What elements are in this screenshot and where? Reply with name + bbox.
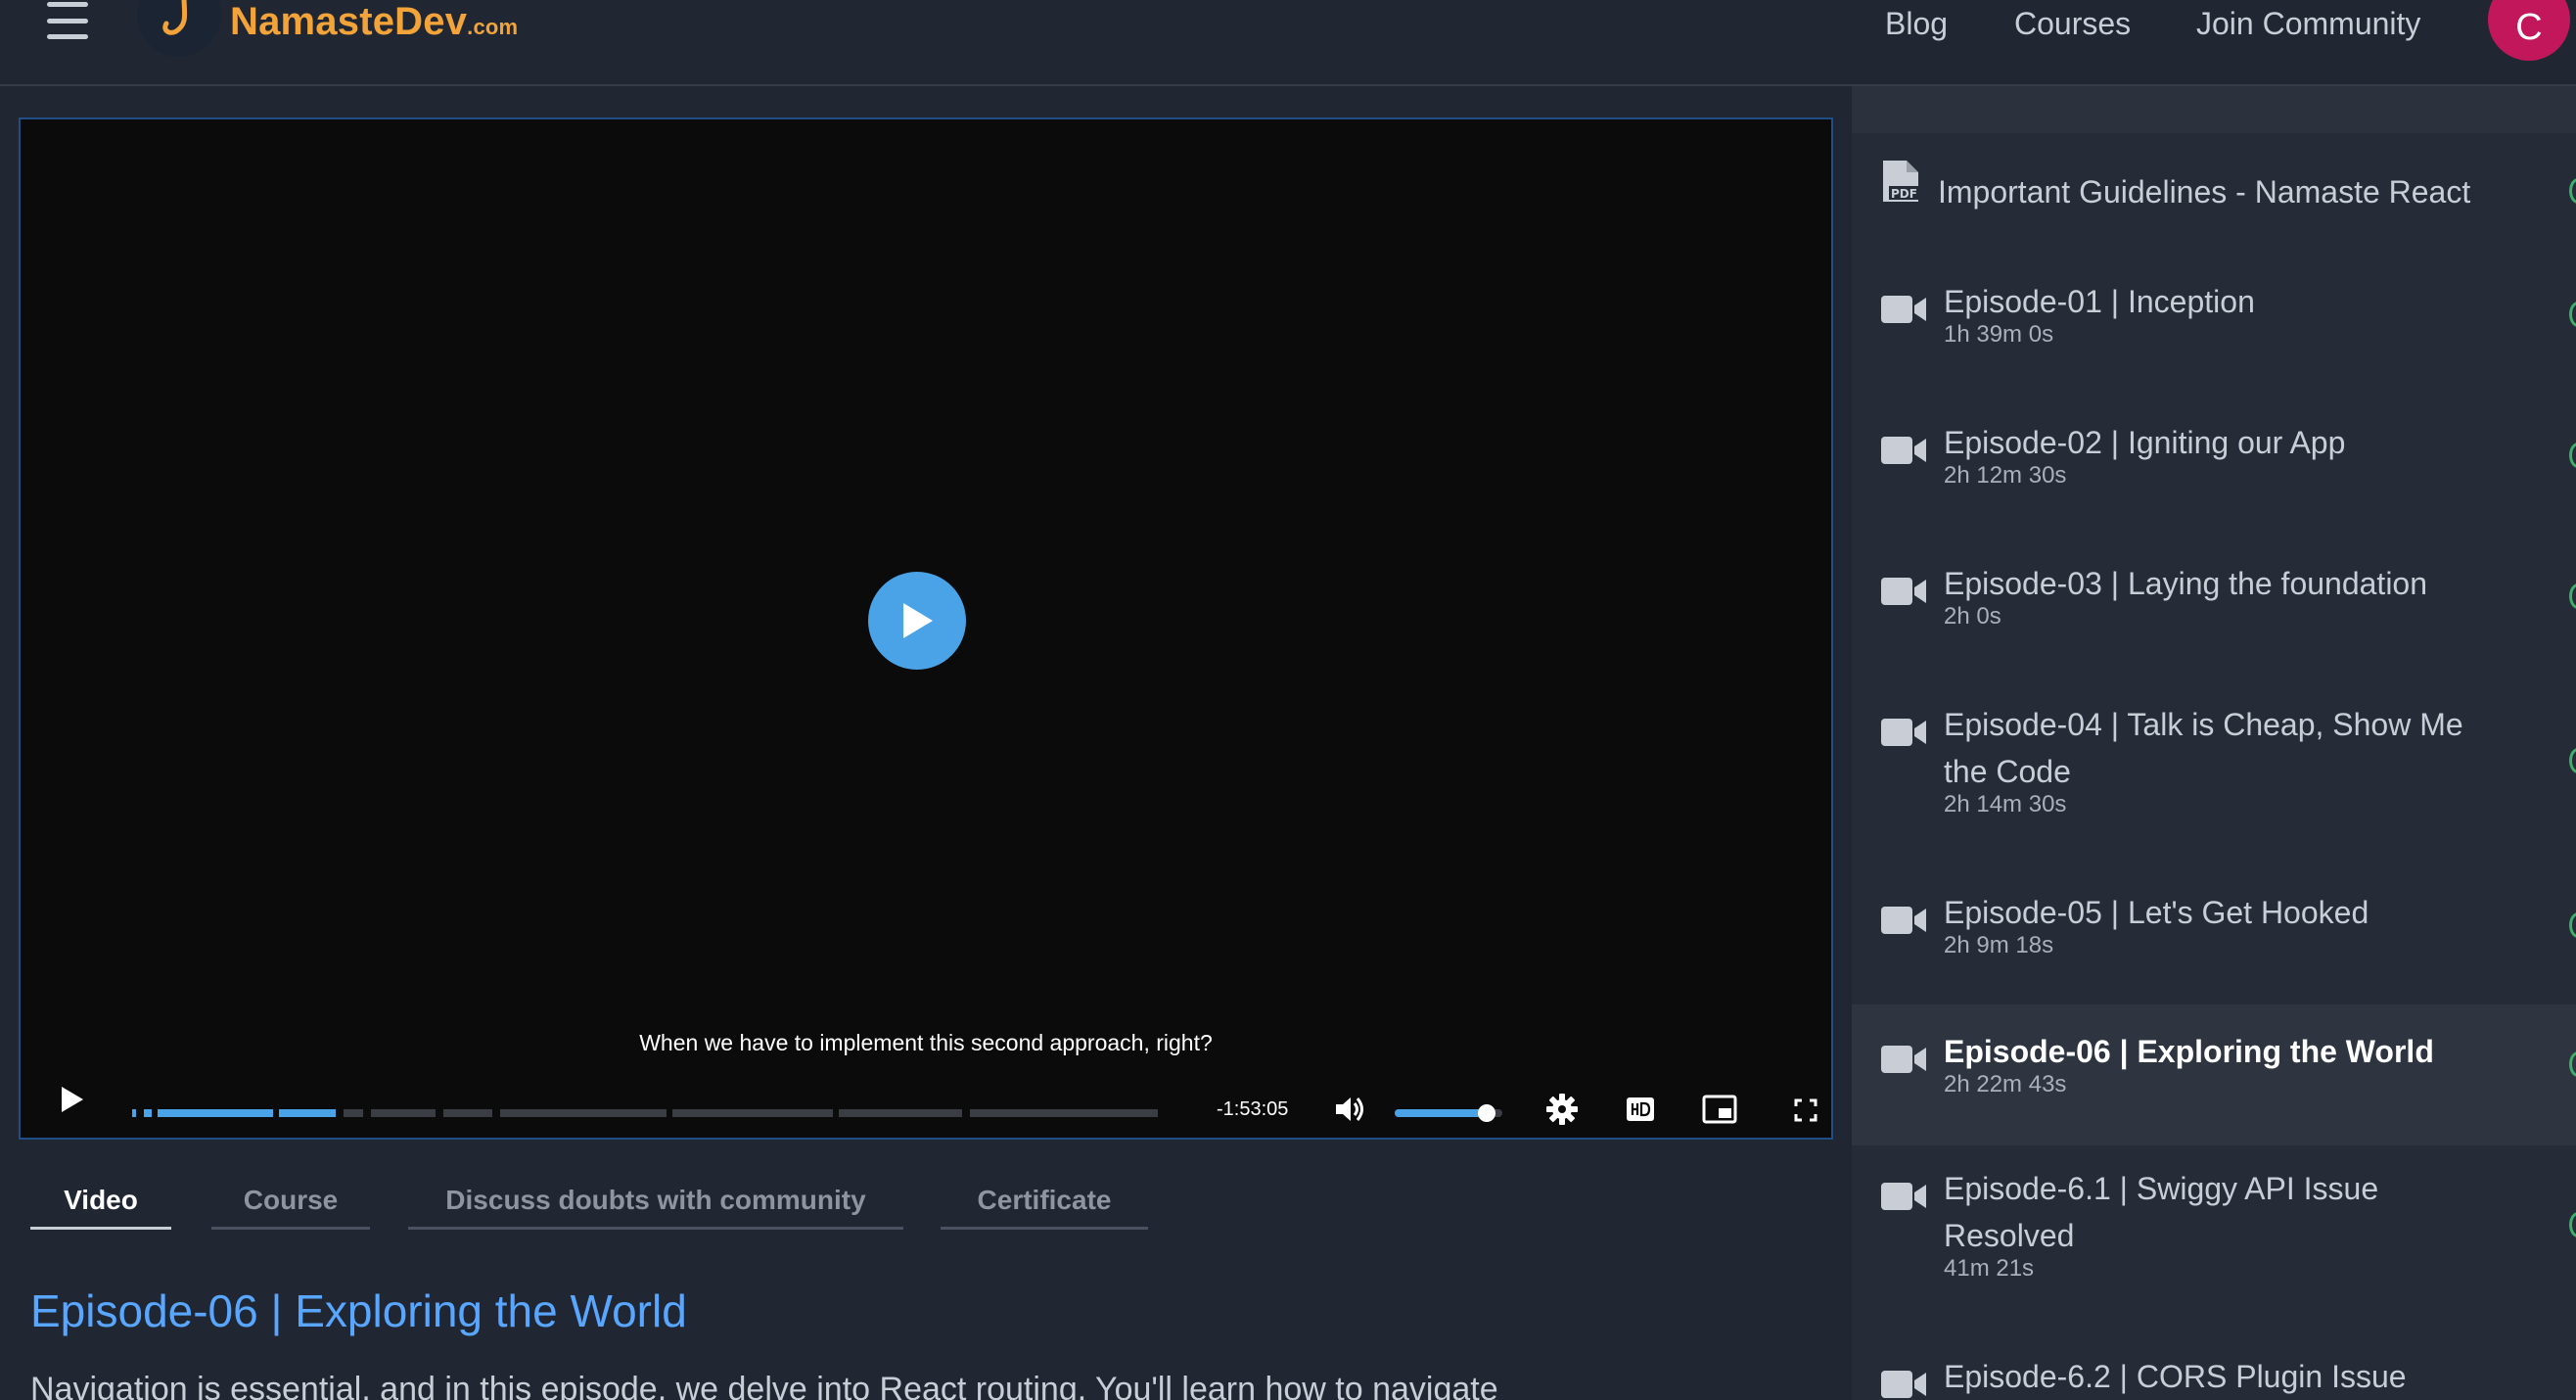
volume-level [1395,1109,1487,1117]
video-icon [1881,1183,1926,1210]
volume-slider[interactable] [1395,1104,1502,1122]
pip-icon [1702,1095,1737,1124]
progress-chapter [279,1109,336,1117]
progress-chapter [970,1109,1158,1117]
sidebar-item-label: Episode-05 | Let's Get Hooked [1944,895,2369,930]
fullscreen-icon [1794,1098,1817,1122]
sidebar-item-label: Important Guidelines - Namaste React [1938,174,2471,210]
picture-in-picture-button[interactable] [1702,1095,1737,1129]
progress-chapter [158,1109,273,1117]
sidebar-item-label: Episode-04 | Talk is Cheap, Show Me the … [1944,707,2463,789]
progress-chapter [672,1109,833,1117]
progress-chapter [144,1109,152,1117]
progress-chapter [443,1109,492,1117]
progress-chapter [132,1109,136,1117]
sidebar-item-duration: 41m 21s [1944,1255,2035,1282]
sidebar-item-duration: 2h 9m 18s [1944,932,2054,958]
nav-blog-link[interactable]: Blog [1885,6,1948,42]
completed-icon [2569,912,2576,938]
video-icon [1881,437,1926,464]
tab-discuss[interactable]: Discuss doubts with community [408,1185,903,1230]
sidebar-item-episode-06[interactable]: Episode-06 | Exploring the World 2h 22m … [1852,1004,2576,1145]
tab-certificate[interactable]: Certificate [941,1185,1148,1230]
progress-chapter [344,1109,363,1117]
sidebar-item-label: Episode-03 | Laying the foundation [1944,566,2428,601]
nav-join-community-link[interactable]: Join Community [2196,6,2420,42]
svg-text:PDF: PDF [1891,187,1917,201]
nav-courses-link[interactable]: Courses [2014,6,2131,42]
progress-chapter [371,1109,436,1117]
completed-icon [2569,583,2576,609]
fullscreen-button[interactable] [1794,1098,1817,1127]
quality-button[interactable] [1626,1097,1655,1127]
avatar[interactable]: C [2488,0,2570,61]
episode-description: Navigation is essential, and in this epi… [30,1371,1498,1400]
hd-icon [1627,1097,1654,1121]
gear-icon [1546,1094,1578,1125]
time-remaining: -1:53:05 [1217,1098,1289,1120]
completed-icon [2569,1212,2576,1237]
menu-icon[interactable] [47,2,88,39]
sidebar-item-label: Episode-06 | Exploring the World [1944,1034,2434,1069]
sidebar-item-episode-03[interactable]: Episode-03 | Laying the foundation 2h 0s [1852,550,2576,691]
completed-icon [2569,443,2576,468]
subtitle-caption: When we have to implement this second ap… [639,1030,1213,1055]
play-icon [62,1087,83,1112]
sidebar-item-guidelines[interactable]: PDF Important Guidelines - Namaste React [1852,145,2576,286]
course-sidebar: PDF Important Guidelines - Namaste React… [1852,86,2576,1400]
completed-icon [2569,748,2576,773]
sidebar-item-label: Episode-6.1 | Swiggy API Issue Resolved [1944,1171,2379,1253]
volume-handle[interactable] [1477,1104,1495,1122]
tab-video[interactable]: Video [30,1185,171,1230]
settings-button[interactable] [1545,1093,1579,1131]
episode-title: Episode-06 | Exploring the World [30,1285,687,1336]
completed-icon [2569,178,2576,204]
play-button[interactable] [60,1085,85,1119]
progress-bar[interactable] [132,1109,1199,1117]
sidebar-header [1852,86,2576,133]
sidebar-item-label: Episode-01 | Inception [1944,284,2255,319]
tab-course[interactable]: Course [211,1185,370,1230]
completed-icon [2569,1051,2576,1077]
volume-icon [1336,1097,1363,1121]
big-play-button[interactable] [868,572,966,670]
logo-icon[interactable] [137,0,221,57]
sidebar-item-duration: 1h 39m 0s [1944,321,2054,348]
video-icon [1881,296,1926,323]
sidebar-item-duration: 2h 22m 43s [1944,1071,2067,1097]
video-icon [1881,907,1926,934]
sidebar-item-label: Episode-02 | Igniting our App [1944,425,2346,460]
play-icon [903,603,933,638]
sidebar-item-episode-04[interactable]: Episode-04 | Talk is Cheap, Show Me the … [1852,691,2576,879]
top-navbar: NamasteDev.com Blog Courses Join Communi… [0,0,2576,86]
completed-icon [2569,302,2576,327]
sidebar-item-duration: 2h 12m 30s [1944,462,2067,489]
sidebar-item-episode-6-2[interactable]: Episode-6.2 | CORS Plugin Issue [1852,1347,2576,1400]
sidebar-item-duration: 2h 0s [1944,603,2001,630]
sidebar-item-episode-01[interactable]: Episode-01 | Inception 1h 39m 0s [1852,268,2576,409]
logo-text[interactable]: NamasteDev.com [230,0,518,44]
sidebar-item-episode-6-1[interactable]: Episode-6.1 | Swiggy API Issue Resolved … [1852,1159,2576,1347]
video-player[interactable]: When we have to implement this second ap… [19,117,1833,1140]
video-icon [1881,1046,1926,1073]
video-icon [1881,578,1926,605]
player-controls: -1:53:05 [21,1059,1831,1138]
progress-chapter [500,1109,667,1117]
sidebar-item-label: Episode-6.2 | CORS Plugin Issue [1944,1359,2407,1394]
progress-chapter [839,1109,962,1117]
video-icon [1881,719,1926,746]
sidebar-item-episode-02[interactable]: Episode-02 | Igniting our App 2h 12m 30s [1852,409,2576,550]
video-icon [1881,1371,1926,1398]
pdf-icon: PDF [1883,161,1918,202]
volume-button[interactable] [1334,1095,1367,1129]
sidebar-item-duration: 2h 14m 30s [1944,791,2067,817]
sidebar-item-episode-05[interactable]: Episode-05 | Let's Get Hooked 2h 9m 18s [1852,879,2576,1020]
